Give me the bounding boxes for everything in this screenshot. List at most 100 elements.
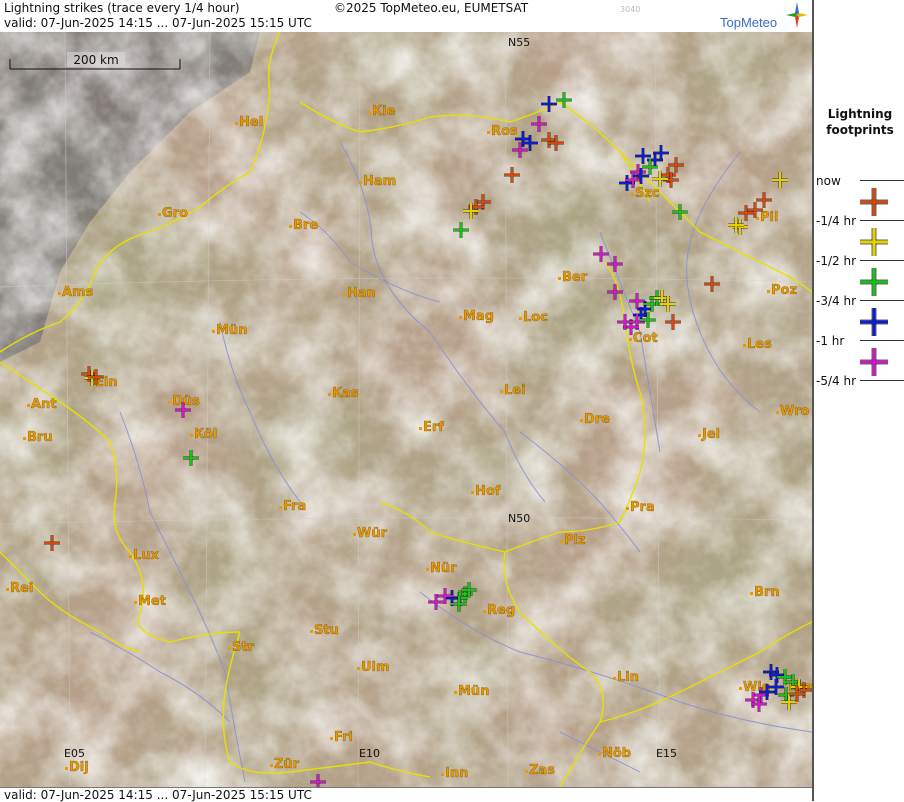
city-label: Düs bbox=[172, 394, 200, 409]
legend-tick bbox=[860, 300, 904, 301]
brand-name[interactable]: TopMeteo bbox=[720, 15, 777, 30]
city-marker: Dre bbox=[580, 412, 610, 427]
city-label: Nöb bbox=[602, 746, 631, 761]
city-label: Dij bbox=[69, 760, 89, 775]
city-marker: Plz bbox=[560, 533, 586, 548]
city-marker: Fri bbox=[330, 730, 353, 745]
city-label: Pil bbox=[760, 210, 778, 225]
city-label: Ber bbox=[562, 270, 588, 285]
city-label: Brn bbox=[754, 585, 780, 600]
city-label: Mag bbox=[463, 309, 494, 324]
city-marker: Fra bbox=[279, 499, 306, 514]
city-marker: Ams bbox=[58, 285, 94, 300]
city-marker: Han bbox=[343, 286, 376, 301]
city-marker: Erf bbox=[419, 420, 444, 435]
city-marker: Lux bbox=[129, 548, 160, 563]
grid-label: E05 bbox=[64, 747, 85, 760]
city-label: Lux bbox=[133, 548, 160, 563]
scale-label: 200 km bbox=[73, 53, 118, 67]
legend-title-line1: Lightning bbox=[827, 107, 893, 121]
city-marker: Str bbox=[228, 640, 255, 655]
lightning-cross-icon bbox=[860, 348, 888, 376]
city-marker: Nür bbox=[426, 561, 457, 576]
city-marker: Kie bbox=[368, 104, 396, 119]
city-marker: Ant bbox=[27, 397, 57, 412]
city-marker: Brn bbox=[750, 585, 780, 600]
satellite-map[interactable]: 200 km N55 N50 E05 E10 E15 Hel Kie Ros Szc Ham Gr… bbox=[0, 32, 812, 787]
city-label: Kas bbox=[332, 386, 359, 401]
city-label: Nür bbox=[430, 561, 457, 576]
city-marker: Cot bbox=[629, 331, 658, 346]
city-label: Erf bbox=[423, 420, 444, 435]
city-marker: Ham bbox=[359, 174, 396, 189]
city-marker: Zür bbox=[270, 757, 300, 772]
legend-item-label: -1/2 hr bbox=[816, 254, 856, 268]
city-label: Wür bbox=[357, 526, 388, 541]
city-label: Han bbox=[347, 286, 376, 301]
legend-title-line2: footprints bbox=[826, 123, 894, 137]
city-marker: Nöb bbox=[598, 746, 631, 761]
city-marker: Lei bbox=[500, 383, 526, 398]
lightning-cross-icon bbox=[860, 308, 888, 336]
legend-item: -5/4 hr bbox=[814, 374, 904, 390]
city-marker: Loc bbox=[519, 310, 548, 325]
legend-tick bbox=[860, 220, 904, 221]
legend-item-label: -5/4 hr bbox=[816, 374, 856, 388]
city-label: Stu bbox=[314, 623, 339, 638]
city-label: Plz bbox=[564, 533, 586, 548]
city-label: Fra bbox=[283, 499, 306, 514]
city-marker: Pra bbox=[626, 500, 655, 515]
copyright: ©2025 TopMeteo.eu, EUMETSAT bbox=[334, 1, 529, 15]
city-label: Les bbox=[747, 337, 772, 352]
city-label: Cot bbox=[633, 331, 658, 346]
city-label: Hel bbox=[239, 115, 263, 130]
city-marker: Dij bbox=[65, 760, 89, 775]
legend-tick bbox=[860, 180, 904, 181]
legend-item-label: -1/4 hr bbox=[816, 214, 856, 228]
city-label: Zür bbox=[274, 757, 300, 772]
image-code: 3040 bbox=[620, 5, 641, 14]
city-marker: Jel bbox=[698, 427, 720, 442]
city-marker: Ulm bbox=[357, 660, 390, 675]
city-label: Ros bbox=[491, 124, 518, 139]
city-label: Gro bbox=[162, 206, 188, 221]
city-label: Mün bbox=[216, 323, 247, 338]
legend-tick bbox=[860, 260, 904, 261]
city-marker: Hel bbox=[235, 115, 263, 130]
city-label: Bre bbox=[293, 218, 318, 233]
map-footer: valid: 07-Jun-2025 14:15 ... 07-Jun-2025… bbox=[0, 787, 812, 802]
city-marker: Bru bbox=[23, 430, 53, 445]
city-label: Mün bbox=[458, 684, 489, 699]
city-marker: Mag bbox=[459, 309, 494, 324]
city-marker: Ros bbox=[487, 124, 518, 139]
legend-title: Lightning footprints bbox=[814, 106, 904, 138]
city-label: Lin bbox=[617, 670, 639, 685]
city-label: Fri bbox=[334, 730, 353, 745]
legend-item-label: -1 hr bbox=[816, 334, 845, 348]
city-label: Poz bbox=[771, 283, 797, 298]
city-label: Wro bbox=[780, 404, 810, 419]
grid-label: E15 bbox=[656, 747, 677, 760]
city-label: Str bbox=[232, 640, 255, 655]
city-label: Hof bbox=[475, 484, 501, 499]
city-marker: Poz bbox=[767, 283, 797, 298]
city-marker: Inn bbox=[441, 766, 469, 781]
city-marker: Pil bbox=[756, 210, 779, 225]
city-marker: Hof bbox=[471, 484, 501, 499]
city-marker: Zas bbox=[525, 763, 555, 778]
city-marker: Wür bbox=[353, 526, 388, 541]
city-label: Jel bbox=[701, 427, 720, 442]
city-label: Reg bbox=[487, 603, 515, 618]
grid-label: E10 bbox=[359, 747, 380, 760]
city-marker: Wro bbox=[776, 404, 810, 419]
city-label: Loc bbox=[523, 310, 548, 325]
lightning-cross-icon bbox=[860, 228, 888, 256]
city-marker: Lin bbox=[613, 670, 639, 685]
city-marker: Gro bbox=[158, 206, 188, 221]
legend-item-label: -3/4 hr bbox=[816, 294, 856, 308]
city-label: Ant bbox=[31, 397, 57, 412]
city-marker: Mün bbox=[454, 684, 490, 699]
city-marker: Rei bbox=[6, 581, 33, 596]
city-label: Ham bbox=[363, 174, 396, 189]
city-label: Pra bbox=[630, 500, 655, 515]
